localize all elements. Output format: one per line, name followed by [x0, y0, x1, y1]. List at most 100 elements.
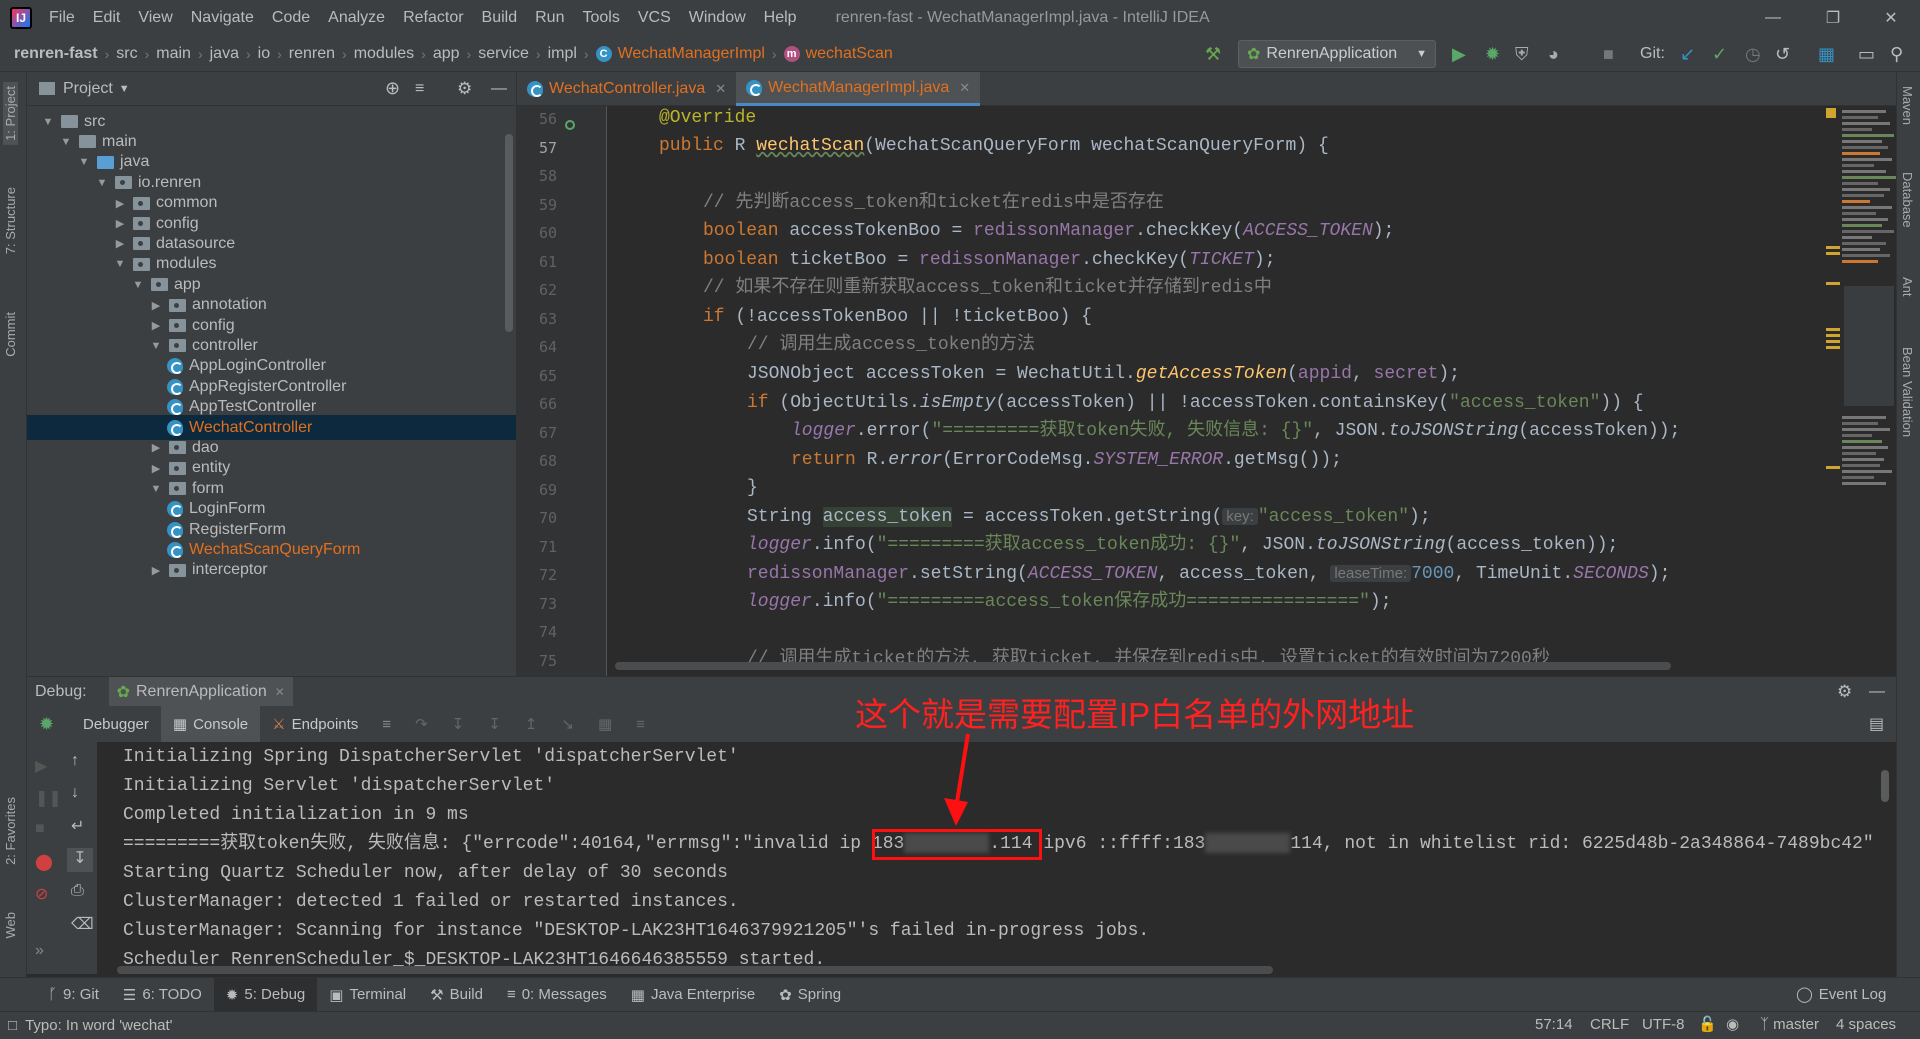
editor-tab[interactable]: WechatManagerImpl.java ✕ [736, 72, 981, 106]
stop-icon[interactable]: ■ [1603, 42, 1614, 66]
lock-icon[interactable]: 🔓 [1698, 1011, 1717, 1039]
gear-icon[interactable]: ⚙ [1837, 682, 1852, 702]
debug-session-tab[interactable]: ✿ RenrenApplication ✕ [108, 676, 293, 707]
rollback-icon[interactable]: ↺ [1775, 42, 1790, 66]
layout-menu-icon[interactable]: ≡ [370, 706, 403, 742]
indent-setting[interactable]: 4 spaces [1836, 1011, 1896, 1039]
breadcrumb-item[interactable]: app [433, 45, 460, 63]
history-icon[interactable]: ◷ [1745, 42, 1761, 66]
stop-icon[interactable]: ■ [35, 820, 45, 838]
breadcrumb-item[interactable]: src [116, 45, 137, 63]
chevron-right-icon[interactable]: ▶ [149, 462, 163, 475]
menu-vcs[interactable]: VCS [629, 0, 680, 36]
restore-layout-icon[interactable]: ▤ [1869, 714, 1884, 734]
close-icon[interactable]: ✕ [275, 685, 285, 699]
chevron-right-icon[interactable]: ▶ [113, 197, 127, 210]
coverage-icon[interactable]: ⛨ [1515, 42, 1529, 66]
chevron-down-icon[interactable]: ▼ [131, 279, 145, 291]
chevron-down-icon[interactable]: ▼ [119, 83, 130, 95]
line-separator[interactable]: CRLF [1590, 1011, 1629, 1039]
tab-endpoints[interactable]: ⚔ Endpoints [260, 706, 370, 742]
tree-item[interactable]: ▶ interceptor [27, 558, 516, 583]
close-tab-icon[interactable]: ✕ [959, 80, 970, 96]
restore-icon[interactable]: ❐ [1810, 0, 1856, 36]
menu-edit[interactable]: Edit [84, 0, 130, 36]
breadcrumb-item[interactable]: main [156, 45, 191, 63]
breadcrumb-item[interactable]: impl [548, 45, 577, 63]
more-icon[interactable]: » [35, 942, 44, 960]
bottom-tab[interactable]: ☰ 6: TODO [111, 978, 214, 1012]
event-log-button[interactable]: ◯ Event Log [1796, 977, 1886, 1011]
breadcrumb-item[interactable]: java [210, 45, 239, 63]
profile-icon[interactable]: ◕ [1548, 42, 1559, 66]
menu-run[interactable]: Run [526, 0, 573, 36]
soft-wrap-icon[interactable]: ↵ [71, 816, 84, 836]
build-hammer-icon[interactable]: ⚒ [1205, 42, 1221, 66]
breadcrumb-item[interactable]: C WechatManagerImpl [595, 45, 765, 63]
breadcrumb-item[interactable]: modules [354, 45, 414, 63]
tool-tab-structure[interactable]: 7: Structure [3, 187, 18, 254]
caret-position[interactable]: 57:14 [1535, 1011, 1573, 1039]
tab-debugger[interactable]: Debugger [71, 706, 161, 742]
hide-panel-icon[interactable]: — [491, 80, 507, 98]
presentation-icon[interactable]: ▭ [1858, 42, 1875, 66]
collapse-all-icon[interactable]: ≡ [415, 80, 424, 98]
menu-tools[interactable]: Tools [573, 0, 628, 36]
locate-target-icon[interactable]: ⊕ [385, 78, 400, 99]
menu-code[interactable]: Code [263, 0, 319, 36]
file-encoding[interactable]: UTF-8 [1642, 1011, 1685, 1039]
close-tab-icon[interactable]: ✕ [715, 81, 726, 97]
resume-icon[interactable]: ▶ [35, 756, 47, 776]
bottom-tab[interactable]: ▦ Java Enterprise [619, 978, 767, 1012]
chevron-right-icon[interactable]: ▶ [113, 217, 127, 230]
bottom-tab[interactable]: ✿ Spring [767, 978, 853, 1012]
implements-icon[interactable] [565, 120, 575, 130]
step-out-icon[interactable]: ↥ [513, 706, 550, 742]
rerun-bug-icon[interactable]: ✹ [27, 706, 71, 742]
tool-tab-bean-validation[interactable]: Bean Validation [1900, 347, 1915, 437]
chevron-right-icon[interactable]: ▶ [149, 441, 163, 454]
trace-icon[interactable]: ≡ [624, 706, 657, 742]
chevron-right-icon[interactable]: ▶ [149, 564, 163, 577]
breadcrumb-item[interactable]: service [478, 45, 529, 63]
chevron-down-icon[interactable]: ▼ [149, 483, 163, 495]
chevron-right-icon[interactable]: ▶ [113, 237, 127, 250]
tool-tab-commit[interactable]: Commit [3, 312, 18, 357]
pause-icon[interactable]: ❚❚ [35, 788, 62, 808]
status-square-icon[interactable]: □ [8, 1017, 17, 1034]
debug-bug-icon[interactable]: ✹ [1485, 42, 1500, 66]
chevron-down-icon[interactable]: ▼ [59, 136, 73, 148]
run-config-select[interactable]: ✿ RenrenApplication ▼ [1238, 40, 1436, 68]
git-branch[interactable]: ᛉ master [1760, 1011, 1819, 1039]
evaluate-icon[interactable]: ▦ [586, 706, 624, 742]
menu-window[interactable]: Window [680, 0, 755, 36]
git-update-icon[interactable]: ↙ [1680, 42, 1695, 66]
chevron-right-icon[interactable]: ▶ [149, 299, 163, 312]
console-horizontal-scrollbar[interactable] [117, 966, 1273, 974]
menu-file[interactable]: File [40, 0, 84, 36]
run-to-cursor-icon[interactable]: ↘ [549, 706, 586, 742]
breadcrumb-item[interactable]: io [258, 45, 270, 63]
tool-tab-maven[interactable]: Maven [1900, 86, 1915, 125]
bottom-tab[interactable]: ⚒ Build [418, 978, 495, 1012]
menu-refactor[interactable]: Refactor [394, 0, 472, 36]
step-over-icon[interactable]: ↷ [403, 706, 440, 742]
chevron-down-icon[interactable]: ▼ [41, 116, 55, 128]
tool-tab-favorites[interactable]: 2: Favorites [3, 797, 18, 865]
bottom-tab[interactable]: ≡ 0: Messages [495, 978, 619, 1012]
clear-trash-icon[interactable]: ⌫ [71, 914, 94, 934]
menu-navigate[interactable]: Navigate [182, 0, 263, 36]
force-step-into-icon[interactable]: ↧ [476, 706, 513, 742]
bottom-tab[interactable]: ᚵ 9: Git [36, 978, 111, 1012]
git-commit-icon[interactable]: ✓ [1712, 42, 1727, 66]
menu-help[interactable]: Help [755, 0, 806, 36]
code-editor[interactable]: @Override public R wechatScan(WechatScan… [607, 106, 1896, 676]
breadcrumb-item[interactable]: renren-fast [14, 45, 98, 63]
gear-icon[interactable]: ⚙ [457, 79, 472, 99]
scroll-down-icon[interactable]: ↓ [71, 784, 79, 802]
tool-tab-ant[interactable]: Ant [1900, 277, 1915, 297]
search-icon[interactable]: ⚲ [1890, 42, 1903, 66]
chevron-down-icon[interactable]: ▼ [149, 340, 163, 352]
menu-view[interactable]: View [129, 0, 181, 36]
bottom-tab[interactable]: ✹ 5: Debug [213, 977, 318, 1012]
